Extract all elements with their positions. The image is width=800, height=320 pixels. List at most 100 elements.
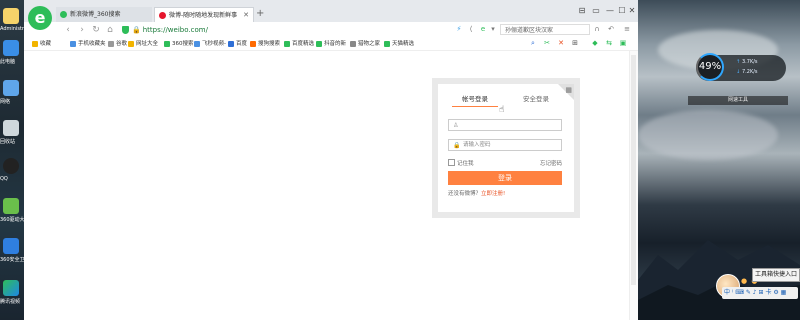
page-icon	[384, 41, 390, 47]
green-box-icon[interactable]: ▣	[618, 39, 628, 47]
user-icon: ♙	[453, 122, 459, 129]
address-bar[interactable]: 🔒 https://weibo.com/	[122, 24, 474, 36]
bookmark-label: 百度	[236, 41, 248, 47]
refresh-button[interactable]: ↻	[90, 24, 102, 36]
translate-icon[interactable]: ⇆	[604, 39, 614, 47]
network-usage-ring: 49%	[696, 53, 724, 81]
bookmark-item[interactable]: 飞秒视频-	[194, 39, 226, 49]
qr-code-icon[interactable]: ▦	[565, 86, 572, 94]
grid-icon[interactable]: ⊞	[570, 39, 580, 47]
login-button[interactable]: 登录	[448, 171, 562, 185]
x-icon[interactable]: ✕	[556, 39, 566, 47]
bookmark-item[interactable]: 360搜索	[164, 39, 194, 49]
bookmark-label: 网址大全	[136, 41, 159, 47]
desktop-icon-label: QQ	[0, 176, 8, 182]
tab-label: 新浪微博_360搜索	[70, 11, 121, 18]
desktop-icon-label: 此电脑	[0, 59, 16, 65]
desktop-left-strip: Administrato 此电脑 网络 回收站 QQ 360驱动大师 360安全…	[0, 0, 24, 320]
star-icon	[32, 41, 38, 47]
bookmark-item[interactable]: 百度	[228, 39, 247, 49]
username-field[interactable]: ♙	[448, 119, 562, 131]
network-speed-widget[interactable]: 49% ↑ 3.7K/s ↓ 7.2K/s	[696, 53, 786, 81]
desktop-icon-driver-master[interactable]: 360驱动大师	[0, 196, 24, 230]
forgot-password-link[interactable]: 忘记密码	[540, 159, 562, 167]
dropdown-icon[interactable]: ▾	[488, 25, 498, 33]
bookmark-item[interactable]: 猎物之家	[350, 39, 380, 49]
page-icon	[284, 41, 290, 47]
search-input[interactable]: 孙俪道歉区块汉家	[500, 24, 590, 35]
password-placeholder: 请输入密码	[463, 142, 491, 148]
bookmark-label: 谷歌	[116, 41, 128, 47]
headset-icon[interactable]: ∩	[592, 25, 602, 33]
phone-icon	[70, 41, 76, 47]
bookmark-item[interactable]: 天猫精选	[384, 39, 414, 49]
tile-window-icon[interactable]: ⊟	[576, 6, 588, 15]
shield-icon[interactable]: ◆	[590, 39, 600, 47]
home-button[interactable]: ⌂	[104, 24, 116, 36]
desktop-icon-label: 腾讯视频	[0, 299, 21, 305]
desktop-icon-recycle-bin[interactable]: 回收站	[0, 118, 24, 152]
cloud	[638, 110, 778, 160]
toolbox-tooltip: 工具箱快捷入口	[752, 268, 800, 282]
register-link[interactable]: 立即注册!	[481, 191, 505, 197]
forward-button[interactable]: ›	[76, 24, 88, 36]
restore-icon[interactable]: ▭	[590, 6, 602, 15]
bookmark-item[interactable]: 百度精选	[284, 39, 314, 49]
security-shield-icon	[122, 26, 129, 34]
baidu-paw-icon	[228, 41, 234, 47]
bookmark-item[interactable]: 谷歌	[108, 39, 127, 49]
tab-secure-login[interactable]: 安全登录	[514, 93, 558, 103]
bookmark-item[interactable]: 搜狗搜索	[250, 39, 280, 49]
ime-toolbar[interactable]: 中 ⁾ ⌨ ✎ ♪ ⊞ 卡 ⚙ ▦	[722, 287, 798, 299]
360-browser-logo[interactable]: e	[28, 6, 52, 30]
bookmarks-bar: 收藏 手机收藏夹 谷歌 网址大全 360搜索 飞秒视频- 百度 搜狗搜索 百度精…	[24, 38, 638, 51]
page-icon	[316, 41, 322, 47]
bookmark-label: 天猫精选	[392, 41, 415, 47]
widget-label: 网速工具	[688, 96, 788, 105]
nav-bar: ‹ › ↻ ⌂ 🔒 https://weibo.com/ ⚡ ⟨ e ▾ 孙俪道歉…	[24, 22, 638, 39]
desktop-icon-this-pc[interactable]: 此电脑	[0, 38, 24, 72]
no-account-text: 还没有微博？	[448, 191, 482, 197]
undo-icon[interactable]: ↶	[606, 25, 616, 33]
desktop-icon-network[interactable]: 网络	[0, 78, 24, 112]
desktop-icon-label: 360安全卫士	[0, 257, 24, 263]
sogou-icon	[250, 41, 256, 47]
desktop-icon-tencent-video[interactable]: 腾讯视频	[0, 278, 24, 312]
menu-icon[interactable]: ≡	[622, 25, 632, 33]
desktop-icon-360-security[interactable]: 360安全卫士	[0, 236, 24, 270]
360-search-icon	[60, 11, 67, 18]
bookmark-item[interactable]: 收藏	[32, 39, 51, 49]
driver-icon	[3, 198, 19, 214]
new-tab-button[interactable]: +	[256, 8, 264, 19]
hand-cursor-icon: ☝	[499, 105, 505, 115]
desktop-icon-administrator[interactable]: Administrato	[0, 6, 24, 40]
close-window-button[interactable]: ✕	[626, 6, 638, 15]
bookmark-label: 抖音的新	[324, 41, 347, 47]
tab-360-search[interactable]: 新浪微博_360搜索	[56, 7, 152, 22]
signup-row: 还没有微博？立即注册!	[448, 189, 505, 197]
tab-weibo[interactable]: 微博-随时随地发现新鲜事 ✕	[154, 7, 254, 22]
cut-icon[interactable]: ✂	[542, 39, 552, 47]
share-icon[interactable]: ⟨	[466, 25, 476, 33]
checkbox-icon[interactable]	[448, 159, 455, 166]
lightning-icon[interactable]: ⚡	[454, 25, 464, 33]
back-button[interactable]: ‹	[62, 24, 74, 36]
scrollbar-thumb[interactable]	[631, 55, 636, 285]
close-tab-icon[interactable]: ✕	[243, 8, 249, 22]
network-icon	[3, 80, 19, 96]
desktop-icon-qq[interactable]: QQ	[0, 156, 24, 190]
mountain-silhouette	[638, 240, 800, 320]
bookmark-item[interactable]: 网址大全	[128, 39, 158, 49]
bookmark-item[interactable]: 抖音的新	[316, 39, 346, 49]
bookmark-item[interactable]: 手机收藏夹	[70, 39, 106, 49]
bookmark-label: 手机收藏夹	[78, 41, 106, 47]
download-speed: ↓ 7.2K/s	[736, 69, 758, 75]
password-field[interactable]: 🔒 请输入密码	[448, 139, 562, 151]
desktop-icon-label: Administrato	[0, 26, 24, 32]
search-icon[interactable]: ⌕	[528, 39, 538, 48]
e-icon[interactable]: e	[478, 25, 488, 33]
vertical-scrollbar[interactable]	[629, 51, 638, 320]
minimize-button[interactable]: —	[604, 6, 616, 15]
tab-account-login[interactable]: 帐号登录	[452, 93, 498, 107]
remember-me-checkbox[interactable]: 记住我	[448, 159, 474, 167]
